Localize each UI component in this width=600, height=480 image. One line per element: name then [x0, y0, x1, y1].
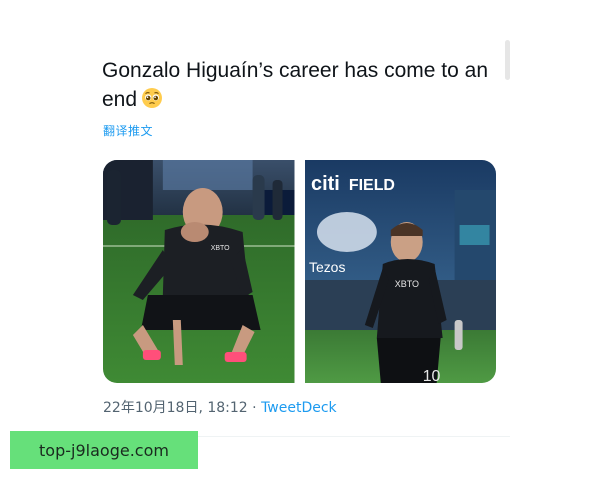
meta-separator: · [247, 400, 262, 416]
svg-text:citi: citi [310, 173, 339, 195]
tweet-media-grid: XBTO citi FIELD Tezos 10 XBTO [103, 160, 496, 383]
scrollbar[interactable] [505, 40, 510, 80]
pleading-face-emoji-icon [142, 88, 163, 108]
tweet-source-link[interactable]: TweetDeck [261, 400, 337, 416]
svg-text:XBTO: XBTO [211, 245, 230, 252]
kneeling-player-photo[interactable]: XBTO [103, 160, 295, 383]
tweet-text: Gonzalo Higuaín’s career has come to an … [102, 56, 497, 114]
watermark-text: top-j9laoge.com [39, 440, 169, 460]
svg-text:FIELD: FIELD [348, 177, 394, 194]
walking-player-photo[interactable]: citi FIELD Tezos 10 XBTO [304, 160, 496, 383]
translate-tweet-link[interactable]: 翻译推文 [103, 122, 153, 139]
walking-player-image: citi FIELD Tezos 10 XBTO [304, 160, 496, 383]
watermark-banner: top-j9laoge.com [10, 431, 198, 469]
screenshot-stage: Gonzalo Higuaín’s career has come to an … [0, 0, 600, 480]
svg-text:XBTO: XBTO [394, 279, 418, 289]
timestamp[interactable]: 22年10月18日, 18:12 [103, 400, 248, 416]
tweet-meta: 22年10月18日, 18:12 · TweetDeck [103, 397, 337, 417]
svg-text:10: 10 [422, 368, 440, 383]
kneeling-player-image: XBTO [103, 160, 295, 383]
svg-text:Tezos: Tezos [308, 259, 344, 275]
